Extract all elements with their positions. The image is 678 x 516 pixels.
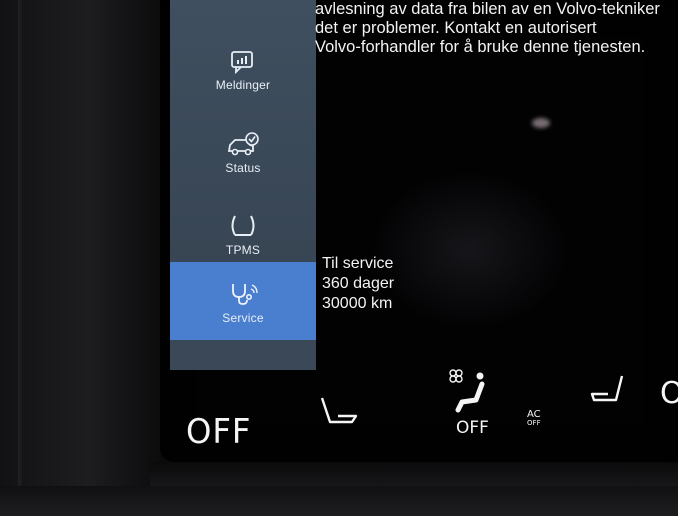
sidebar-item-meldinger[interactable]: Meldinger: [170, 30, 316, 112]
message-chart-icon: [231, 51, 253, 74]
bezel-left: [0, 0, 160, 516]
bezel-edge: [18, 0, 24, 516]
stethoscope-icon: [232, 284, 258, 305]
sidebar-item-label: Meldinger: [215, 78, 271, 92]
sidebar-item-service[interactable]: Service: [170, 262, 316, 344]
ac-button[interactable]: AC OFF: [527, 410, 541, 428]
seat-ventilation-icon[interactable]: [454, 370, 494, 416]
seat-heat-icon[interactable]: [316, 394, 360, 434]
sidebar-footer: [170, 340, 316, 370]
sidebar-item-label: TPMS: [225, 243, 261, 257]
right-off-partial[interactable]: O: [660, 376, 678, 411]
sidebar: Meldinger Status TPMS Service: [170, 0, 316, 370]
climate-off-button[interactable]: OFF: [186, 412, 251, 452]
sidebar-item-label: Service: [222, 311, 264, 325]
message-line: Volvo-forhandler for å bruke denne tjene…: [315, 38, 646, 56]
fan-off-label[interactable]: OFF: [456, 418, 489, 438]
climate-bar: OFF OFF AC OFF O: [160, 369, 678, 462]
dashboard-trim: [0, 486, 678, 516]
light-reflection: [532, 118, 550, 128]
service-info: Til service 360 dager 30000 km: [322, 254, 394, 314]
sidebar-item-label: Status: [225, 161, 261, 175]
message-line: det er problemer. Kontakt en autorisert: [315, 19, 597, 37]
service-distance: 30000 km: [322, 295, 393, 312]
car-check-icon: [227, 132, 259, 156]
sidebar-item-status[interactable]: Status: [170, 112, 316, 194]
ac-off-label: OFF: [527, 419, 541, 427]
message-line: avlesning av data fra bilen av en Volvo-…: [315, 0, 660, 18]
passenger-seat-heat-icon[interactable]: [588, 374, 628, 410]
service-message: avlesning av data fra bilen av en Volvo-…: [315, 0, 678, 57]
screen-reflection: [370, 170, 570, 330]
tire-pressure-icon: [231, 215, 255, 236]
ac-label: AC: [527, 409, 541, 420]
service-title: Til service: [322, 255, 394, 272]
service-days: 360 dager: [322, 275, 395, 292]
